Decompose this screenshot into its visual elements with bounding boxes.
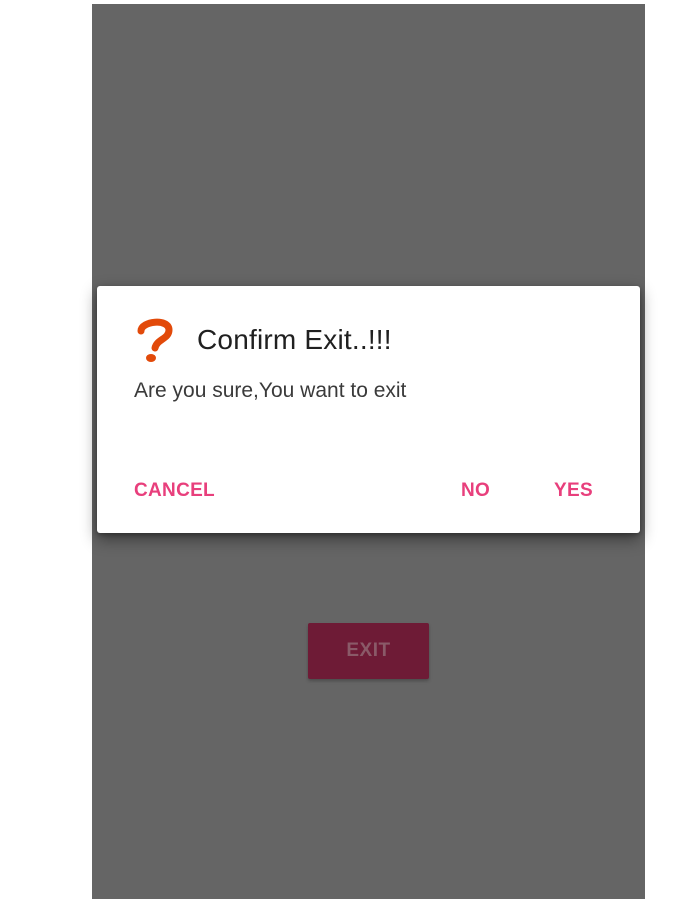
dialog-title: Confirm Exit..!!! — [197, 324, 392, 355]
dialog-header: Confirm Exit..!!! — [133, 316, 392, 364]
confirm-exit-dialog: Confirm Exit..!!! Are you sure,You want … — [97, 286, 640, 533]
cancel-button[interactable]: CANCEL — [134, 475, 215, 507]
exit-button[interactable]: EXIT — [308, 623, 429, 679]
question-mark-icon — [133, 316, 177, 364]
yes-button[interactable]: YES — [554, 475, 593, 507]
no-button[interactable]: NO — [461, 475, 490, 507]
dialog-message: Are you sure,You want to exit — [134, 379, 407, 402]
